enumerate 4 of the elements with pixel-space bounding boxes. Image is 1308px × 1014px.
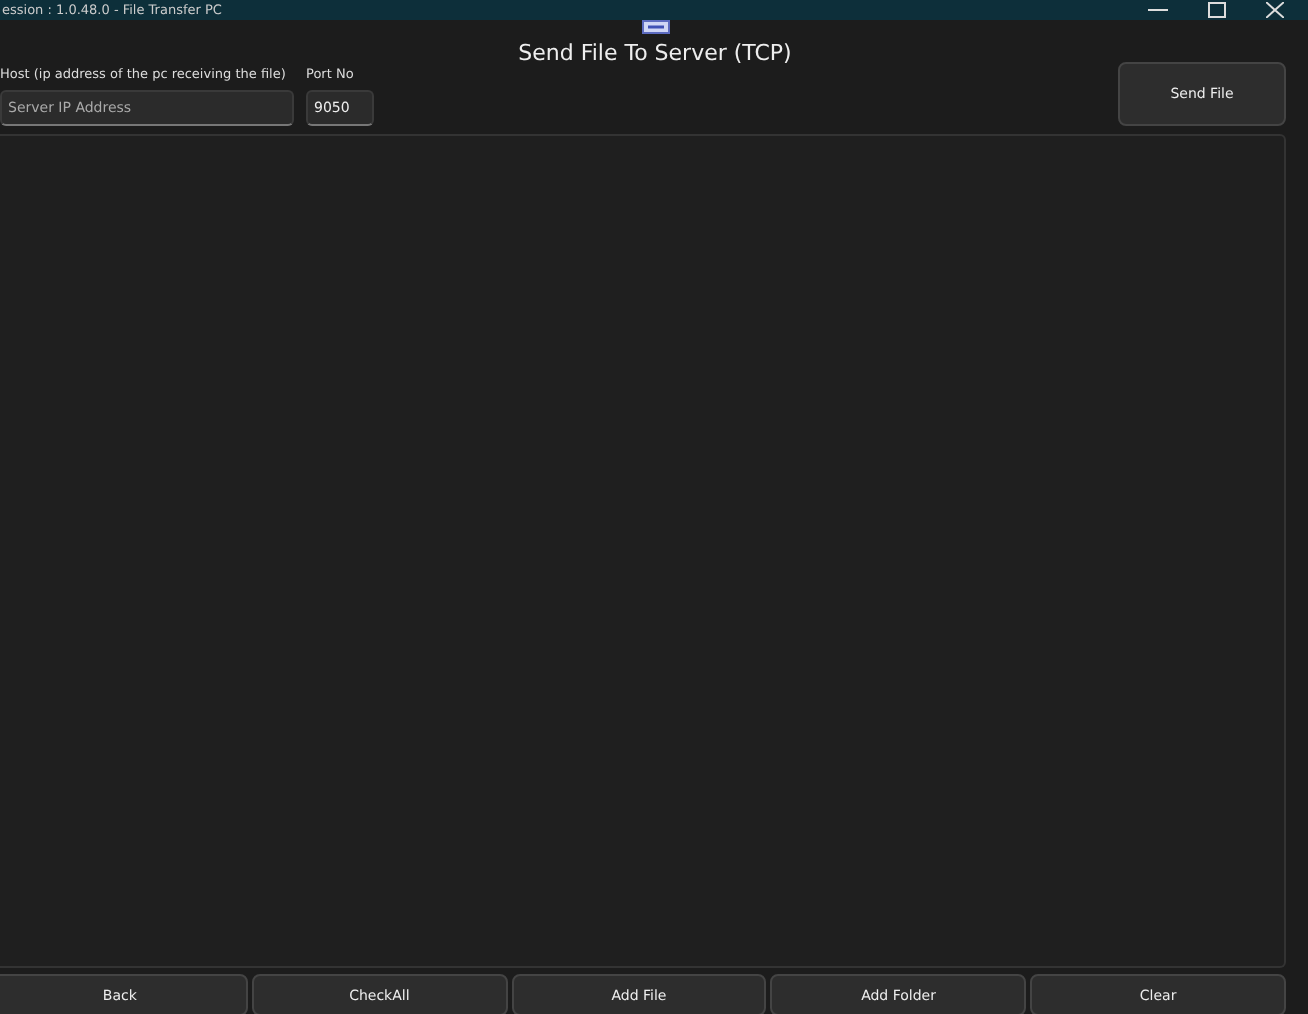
close-icon[interactable] — [1266, 2, 1284, 18]
drag-handle-icon[interactable] — [641, 20, 669, 34]
page-heading: Send File To Server (TCP) — [516, 40, 794, 70]
maximize-icon[interactable] — [1208, 2, 1226, 18]
